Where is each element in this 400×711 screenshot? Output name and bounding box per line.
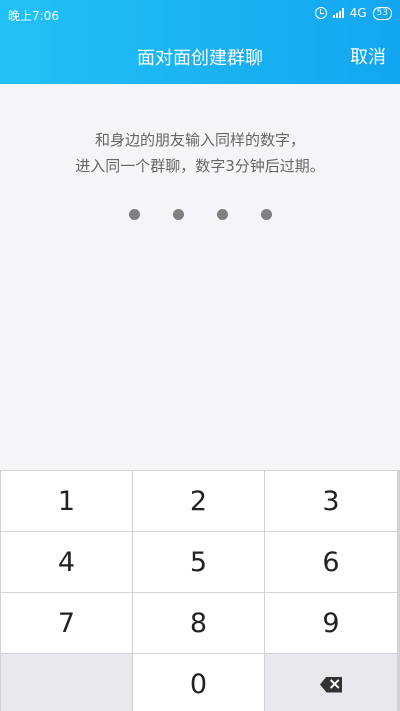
numeric-keypad: 1 2 3 4 5 6 7 8 9 0 xyxy=(0,470,400,711)
alarm-icon xyxy=(314,7,327,19)
status-time: 晚上7:06 xyxy=(8,9,59,23)
cancel-button[interactable]: 取消 xyxy=(350,43,386,69)
status-bar: 晚上7:06 4G 53 xyxy=(0,0,400,28)
pin-dots xyxy=(0,209,400,220)
pin-dot xyxy=(128,209,140,220)
backspace-icon xyxy=(320,674,342,693)
page-title: 面对面创建群聊 xyxy=(137,48,263,69)
signal-icon xyxy=(332,8,344,18)
key-3[interactable]: 3 xyxy=(265,471,397,531)
key-2[interactable]: 2 xyxy=(133,471,264,531)
key-4[interactable]: 4 xyxy=(1,532,132,592)
battery-icon: 53 xyxy=(372,6,392,20)
key-1[interactable]: 1 xyxy=(1,471,132,531)
key-5[interactable]: 5 xyxy=(133,532,264,592)
key-blank xyxy=(1,654,132,711)
navbar: 面对面创建群聊 取消 xyxy=(0,28,400,84)
key-6[interactable]: 6 xyxy=(265,532,397,592)
instruction-text: 和身边的朋友输入同样的数字， 进入同一个群聊，数字3分钟后过期。 xyxy=(0,127,400,179)
network-type: 4G xyxy=(349,6,367,20)
key-9[interactable]: 9 xyxy=(265,593,397,653)
key-8[interactable]: 8 xyxy=(133,593,264,653)
delete-button[interactable] xyxy=(265,654,397,711)
key-0[interactable]: 0 xyxy=(133,654,264,711)
status-icons: 4G 53 xyxy=(314,6,392,20)
pin-dot xyxy=(260,209,272,220)
key-7[interactable]: 7 xyxy=(1,593,132,653)
header: 晚上7:06 4G 53 面对面创建群聊 取消 xyxy=(0,0,400,84)
instruction-line-2: 进入同一个群聊，数字3分钟后过期。 xyxy=(75,157,325,175)
pin-dot xyxy=(172,209,184,220)
instruction-line-1: 和身边的朋友输入同样的数字， xyxy=(94,131,305,149)
pin-dot xyxy=(216,209,228,220)
